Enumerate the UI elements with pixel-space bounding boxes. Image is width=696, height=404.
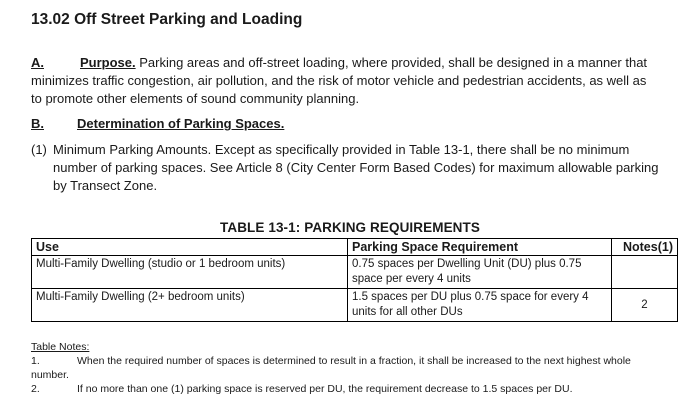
purpose-lead: Purpose.	[80, 55, 136, 70]
purpose-line-2: minimizes traffic congestion, air pollut…	[31, 73, 647, 88]
table-row: Multi-Family Dwelling (2+ bedroom units)…	[31, 288, 678, 322]
minimum-parking-item: (1) Minimum Parking Amounts. Except as s…	[31, 141, 671, 195]
item-line-1: Minimum Parking Amounts. Except as speci…	[53, 142, 630, 157]
determination-heading: Determination of Parking Spaces.	[77, 116, 285, 131]
cell-use: Multi-Family Dwelling (studio or 1 bedro…	[31, 255, 348, 289]
item-line-3: by Transect Zone.	[53, 178, 158, 193]
header-use: Use	[31, 238, 348, 256]
note-1-continuation: number.	[31, 369, 69, 381]
note-2-number: 2.	[31, 383, 40, 395]
table-row: Multi-Family Dwelling (studio or 1 bedro…	[31, 255, 678, 289]
purpose-label: A.	[31, 55, 44, 70]
cell-note: 2	[611, 288, 678, 322]
purpose-line-3: to promote other elements of sound commu…	[31, 91, 360, 106]
cell-requirement: 0.75 spaces per Dwelling Unit (DU) plus …	[347, 255, 612, 289]
purpose-line-1: A. Purpose. Parking areas and off-street …	[31, 54, 671, 72]
document-page: 13.02 Off Street Parking and Loading A. P…	[0, 0, 696, 404]
section-title: 13.02 Off Street Parking and Loading	[31, 11, 303, 28]
requirement-line: 0.75 spaces per Dwelling Unit (DU) plus …	[352, 258, 582, 270]
purpose-text-1: Parking areas and off-street loading, wh…	[135, 55, 648, 70]
table-title: TABLE 13-1: PARKING REQUIREMENTS	[220, 220, 480, 235]
determination-label: B.	[31, 116, 44, 131]
note-2-text: If no more than one (1) parking space is…	[77, 383, 573, 395]
note-1-number: 1.	[31, 355, 40, 367]
note-1-text: When the required number of spaces is de…	[77, 355, 631, 367]
cell-note	[611, 255, 678, 289]
item-line-2: number of parking spaces. See Article 8 …	[53, 160, 659, 175]
table-header-row: Use Parking Space Requirement Notes(1)	[31, 238, 678, 256]
parking-requirements-table: Use Parking Space Requirement Notes(1) M…	[31, 238, 678, 322]
requirement-line: units for all other DUs	[352, 306, 463, 318]
cell-use: Multi-Family Dwelling (2+ bedroom units)	[31, 288, 348, 322]
requirement-line: 1.5 spaces per DU plus 0.75 space for ev…	[352, 291, 589, 303]
cell-requirement: 1.5 spaces per DU plus 0.75 space for ev…	[347, 288, 612, 322]
purpose-paragraph: A. Purpose. Parking areas and off-street …	[31, 54, 671, 108]
table-notes-heading: Table Notes:	[31, 341, 90, 353]
item-number: (1)	[31, 142, 47, 157]
header-notes: Notes(1)	[611, 238, 678, 256]
header-requirement: Parking Space Requirement	[347, 238, 612, 256]
requirement-line: space per every 4 units	[352, 273, 471, 285]
